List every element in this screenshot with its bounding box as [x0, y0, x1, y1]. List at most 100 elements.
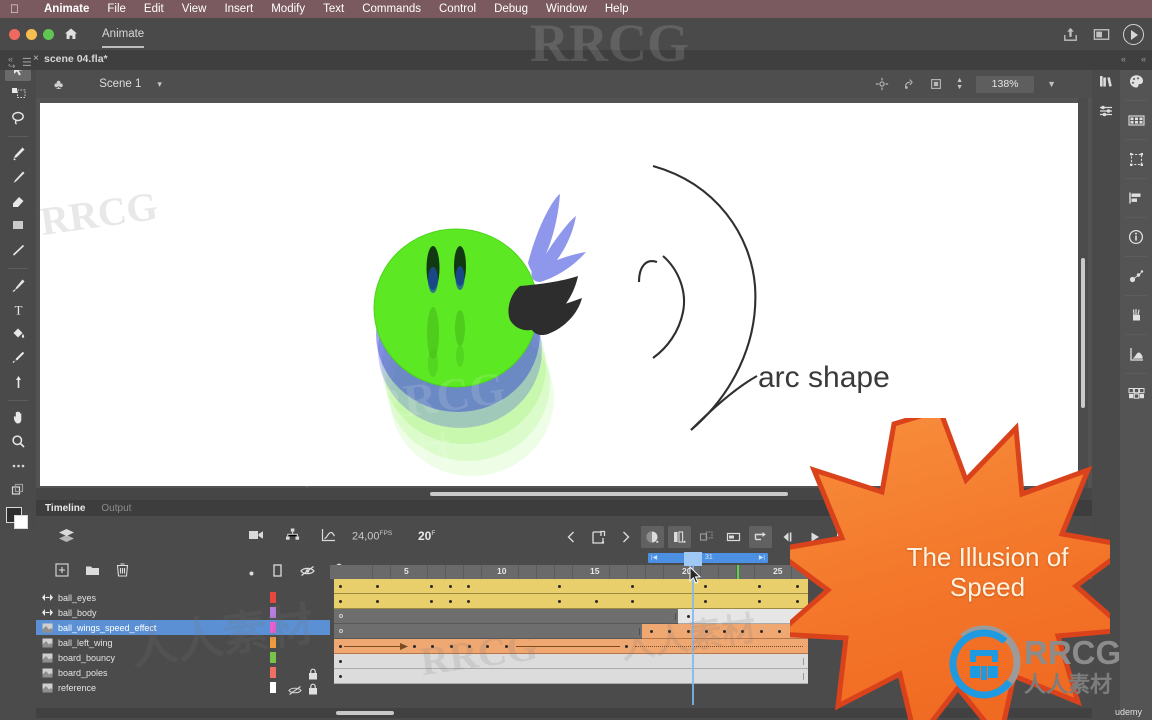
menu-text[interactable]: Text: [314, 3, 353, 15]
zoom-tool[interactable]: [5, 430, 31, 453]
layer-row-board-bouncy[interactable]: board_bouncy: [36, 650, 330, 665]
paint-bucket-tool[interactable]: [5, 322, 31, 345]
menu-file[interactable]: File: [98, 3, 135, 15]
free-transform-tool[interactable]: [5, 82, 31, 105]
next-keyframe-button[interactable]: [614, 526, 637, 548]
fps-label[interactable]: 24,00FPS: [352, 530, 392, 543]
tab-timeline[interactable]: Timeline: [45, 503, 85, 514]
new-layer-button[interactable]: [55, 563, 69, 582]
hand-tool[interactable]: [5, 406, 31, 429]
paint-brush-tool[interactable]: [5, 142, 31, 165]
menu-insert[interactable]: Insert: [215, 3, 262, 15]
onion-skin-range-bar[interactable]: |◀ 31 ▶|: [648, 553, 768, 563]
previous-keyframe-button[interactable]: [560, 526, 583, 548]
layer-color-swatch[interactable]: [270, 652, 276, 663]
stage-area[interactable]: arc shape: [36, 98, 1092, 496]
expand-panel-icon[interactable]: ↪: [8, 61, 16, 72]
camera-icon[interactable]: [248, 528, 264, 547]
scrollbar-thumb[interactable]: [336, 711, 394, 715]
menu-edit[interactable]: Edit: [135, 3, 173, 15]
delete-layer-button[interactable]: [116, 563, 129, 582]
insert-keyframe-button[interactable]: [587, 526, 610, 548]
zoom-level-input[interactable]: 138%: [976, 75, 1035, 93]
scrollbar-thumb[interactable]: [430, 492, 788, 496]
step-back-button[interactable]: [776, 526, 799, 548]
motion-presets-icon[interactable]: [1120, 259, 1152, 293]
chevron-down-icon[interactable]: ▾: [157, 79, 162, 90]
zoom-dropdown-icon[interactable]: ▼: [1047, 79, 1056, 89]
onion-skin-button[interactable]: [641, 526, 664, 548]
home-icon[interactable]: [64, 27, 78, 41]
layer-row-ball-left-wing[interactable]: ball_left_wing: [36, 635, 330, 650]
tween-span[interactable]: [334, 579, 808, 594]
object-drawing-toggle[interactable]: [5, 478, 31, 501]
layer-row-ball-body[interactable]: ball_body: [36, 605, 330, 620]
empty-span[interactable]: [334, 624, 642, 639]
modify-onion-markers-button[interactable]: [722, 526, 745, 548]
rectangle-tool[interactable]: [5, 214, 31, 237]
collapse-far-right-icon[interactable]: «: [1141, 54, 1146, 64]
rotate-stage-icon[interactable]: [902, 77, 916, 91]
align-icon[interactable]: [1120, 142, 1152, 176]
stage-vertical-scrollbar[interactable]: [1078, 98, 1088, 488]
menu-modify[interactable]: Modify: [262, 3, 314, 15]
stroke-color-swatch[interactable]: [14, 514, 28, 529]
center-stage-icon[interactable]: [875, 77, 889, 91]
parent-view-icon[interactable]: [285, 528, 300, 547]
loop-start-marker[interactable]: |◀: [651, 554, 657, 561]
bone-tool[interactable]: [5, 371, 31, 394]
menu-view[interactable]: View: [173, 3, 216, 15]
properties-sliders-icon[interactable]: [1092, 96, 1120, 126]
window-maximize-button[interactable]: [43, 29, 54, 40]
static-span[interactable]: [334, 669, 808, 684]
tab-output[interactable]: Output: [101, 503, 131, 514]
stage-canvas[interactable]: arc shape: [40, 103, 1078, 486]
arc-shape-artwork[interactable]: [605, 158, 865, 458]
layer-row-ball-eyes[interactable]: ball_eyes: [36, 590, 330, 605]
stage-horizontal-scrollbar[interactable]: [36, 488, 1092, 500]
components-icon[interactable]: [1120, 376, 1152, 410]
scene-name-label[interactable]: Scene 1: [99, 78, 141, 90]
menu-debug[interactable]: Debug: [485, 3, 537, 15]
close-document-icon[interactable]: ×: [33, 53, 39, 64]
layer-color-swatch[interactable]: [270, 607, 276, 618]
outline-icon[interactable]: [273, 563, 282, 582]
scrollbar-thumb[interactable]: [1081, 258, 1085, 408]
library-icon[interactable]: [1092, 66, 1120, 96]
share-icon[interactable]: [1061, 25, 1080, 44]
layer-row-board-poles[interactable]: board_poles: [36, 665, 330, 680]
current-frame-label[interactable]: 20F: [418, 529, 435, 543]
window-close-button[interactable]: [9, 29, 20, 40]
timeline-horizontal-scrollbar[interactable]: [36, 708, 1092, 718]
swatches-icon[interactable]: [1120, 103, 1152, 137]
color-swatches[interactable]: [5, 506, 31, 529]
loop-button[interactable]: [749, 526, 772, 548]
layers-icon[interactable]: [58, 528, 75, 549]
window-minimize-button[interactable]: [26, 29, 37, 40]
zoom-stepper[interactable]: ▲ ▼: [956, 77, 963, 91]
app-tab-animate[interactable]: Animate: [88, 18, 158, 50]
visibility-icon[interactable]: [300, 564, 315, 582]
graph-editor-icon[interactable]: [1120, 337, 1152, 371]
more-tools-icon[interactable]: [5, 454, 31, 477]
panel-menu-icon[interactable]: ☰: [22, 56, 32, 69]
play-icon[interactable]: [1123, 24, 1144, 45]
lock-icon[interactable]: [308, 682, 318, 700]
play-button[interactable]: [803, 526, 826, 548]
club-symbol-icon[interactable]: ♣: [54, 76, 63, 92]
line-tool[interactable]: [5, 239, 31, 262]
pen-tool[interactable]: [5, 274, 31, 297]
apple-logo-icon[interactable]: : [10, 3, 19, 15]
graph-icon[interactable]: [321, 528, 336, 547]
eyedropper-tool[interactable]: [5, 346, 31, 369]
deco-brush-icon[interactable]: [1120, 298, 1152, 332]
menu-commands[interactable]: Commands: [353, 3, 430, 15]
empty-span[interactable]: [334, 609, 678, 624]
layer-color-swatch[interactable]: [270, 622, 276, 633]
layer-color-swatch[interactable]: [270, 637, 276, 648]
new-folder-button[interactable]: [85, 563, 100, 582]
keyframe-span[interactable]: [678, 609, 808, 624]
eraser-tool[interactable]: [5, 190, 31, 213]
layout-panel-icon[interactable]: [1120, 181, 1152, 215]
collapse-right-icon[interactable]: «: [1121, 54, 1126, 64]
